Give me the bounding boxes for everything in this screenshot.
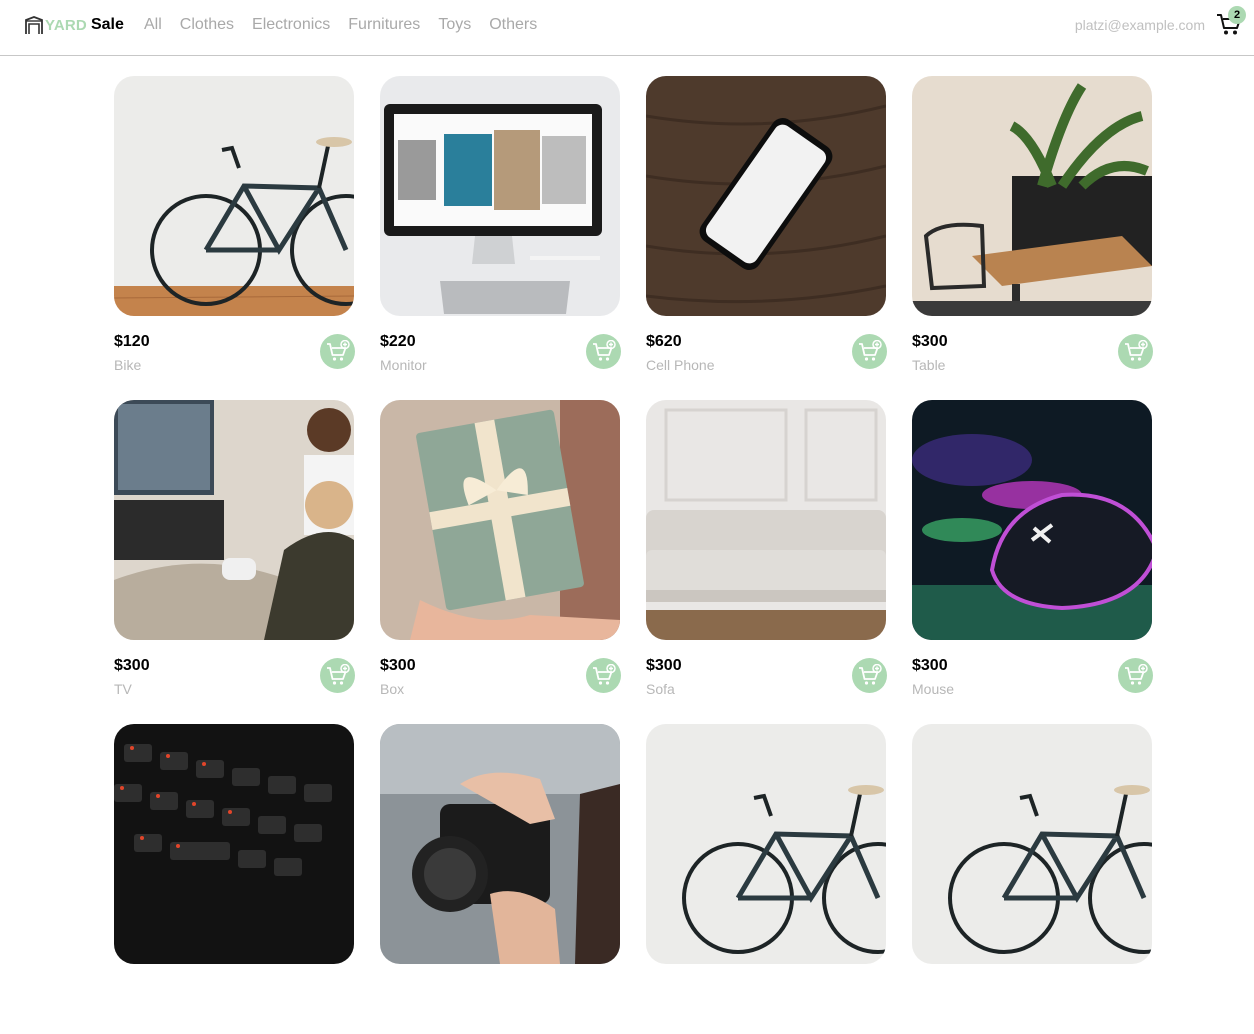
product-image-mouse[interactable] bbox=[912, 400, 1152, 640]
store-logo-icon bbox=[25, 16, 43, 34]
add-to-cart-icon bbox=[858, 663, 882, 685]
product-price: $300 bbox=[380, 657, 416, 674]
add-to-cart-button[interactable] bbox=[852, 334, 887, 369]
product-image-bike-3[interactable] bbox=[912, 724, 1152, 964]
product-price: $300 bbox=[912, 333, 948, 350]
add-to-cart-icon bbox=[1124, 663, 1148, 685]
product-name: Table bbox=[912, 357, 946, 373]
add-to-cart-icon bbox=[592, 663, 616, 685]
product-card: $300 Table bbox=[912, 76, 1153, 386]
add-to-cart-icon bbox=[326, 339, 350, 361]
logo-text-sale: Sale bbox=[90, 16, 124, 33]
product-image-camera[interactable] bbox=[380, 724, 620, 964]
product-card bbox=[912, 724, 1152, 1034]
add-to-cart-button[interactable] bbox=[586, 658, 621, 693]
product-image-cell-phone[interactable] bbox=[646, 76, 886, 316]
category-nav: All Clothes Electronics Furnitures Toys … bbox=[144, 16, 537, 34]
product-price: $300 bbox=[912, 657, 948, 674]
product-card: $620 Cell Phone bbox=[646, 76, 887, 386]
product-card bbox=[380, 724, 620, 1034]
product-price: $220 bbox=[380, 333, 416, 350]
nav-link-all[interactable]: All bbox=[144, 16, 162, 34]
nav-link-furnitures[interactable]: Furnitures bbox=[348, 16, 420, 34]
nav-link-others[interactable]: Others bbox=[489, 16, 537, 34]
cart-count-badge: 2 bbox=[1228, 6, 1246, 24]
product-name: Sofa bbox=[646, 681, 675, 697]
add-to-cart-icon bbox=[326, 663, 350, 685]
add-to-cart-button[interactable] bbox=[320, 658, 355, 693]
product-card bbox=[646, 724, 886, 1034]
product-price: $620 bbox=[646, 333, 682, 350]
add-to-cart-icon bbox=[858, 339, 882, 361]
product-image-bike[interactable] bbox=[114, 76, 354, 316]
add-to-cart-button[interactable] bbox=[586, 334, 621, 369]
product-image-monitor[interactable] bbox=[380, 76, 620, 316]
product-card: $120 Bike bbox=[114, 76, 355, 386]
product-name: Bike bbox=[114, 357, 142, 373]
add-to-cart-button[interactable] bbox=[852, 658, 887, 693]
nav-link-clothes[interactable]: Clothes bbox=[180, 16, 234, 34]
add-to-cart-icon bbox=[1124, 339, 1148, 361]
product-name: Box bbox=[380, 681, 405, 697]
add-to-cart-button[interactable] bbox=[1118, 334, 1153, 369]
product-card: $220 Monitor bbox=[380, 76, 621, 386]
user-email[interactable]: platzi@example.com bbox=[1075, 17, 1205, 33]
product-image-box[interactable] bbox=[380, 400, 620, 640]
product-image-table[interactable] bbox=[912, 76, 1152, 316]
shopping-cart-button[interactable]: 2 bbox=[1216, 6, 1246, 36]
add-to-cart-icon bbox=[592, 339, 616, 361]
add-to-cart-button[interactable] bbox=[1118, 658, 1153, 693]
logo-text-yard: YARD bbox=[45, 16, 87, 34]
product-price: $300 bbox=[114, 657, 150, 674]
product-name: Mouse bbox=[912, 681, 955, 697]
product-price: $300 bbox=[646, 657, 682, 674]
product-image-tv[interactable] bbox=[114, 400, 354, 640]
nav-link-electronics[interactable]: Electronics bbox=[252, 16, 330, 34]
product-image-sofa[interactable] bbox=[646, 400, 886, 640]
product-name: Cell Phone bbox=[646, 357, 715, 373]
product-card: $300 Mouse bbox=[912, 400, 1153, 710]
product-card: $300 Sofa bbox=[646, 400, 887, 710]
product-card: $300 TV bbox=[114, 400, 355, 710]
navbar: YARD Sale All Clothes Electronics Furnit… bbox=[0, 0, 1254, 56]
product-card bbox=[114, 724, 354, 1034]
logo[interactable]: YARD Sale bbox=[24, 14, 124, 36]
product-image-bike-2[interactable] bbox=[646, 724, 886, 964]
nav-link-toys[interactable]: Toys bbox=[438, 16, 471, 34]
add-to-cart-button[interactable] bbox=[320, 334, 355, 369]
product-name: Monitor bbox=[380, 357, 427, 373]
product-card: $300 Box bbox=[380, 400, 621, 710]
product-name: TV bbox=[114, 681, 132, 697]
product-image-keyboard[interactable] bbox=[114, 724, 354, 964]
product-price: $120 bbox=[114, 333, 150, 350]
